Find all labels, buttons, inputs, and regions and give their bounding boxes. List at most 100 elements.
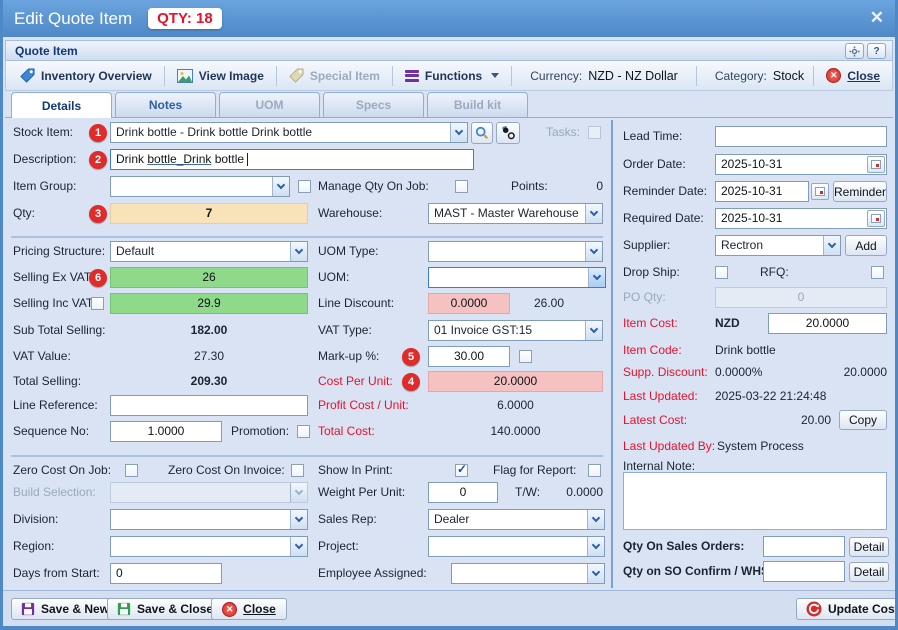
lead-time-input[interactable] (715, 126, 887, 147)
rfq-checkbox[interactable] (871, 266, 884, 279)
reminder-button[interactable]: Reminder (833, 181, 887, 202)
uom-combo[interactable] (428, 267, 606, 288)
chevron-down-icon[interactable] (587, 564, 604, 583)
qty-input[interactable]: 7 (110, 203, 308, 224)
sales-rep-combo[interactable]: Dealer (428, 509, 605, 530)
manage-qty-on-job-checkbox[interactable] (455, 180, 468, 193)
sub-total-selling-value: 182.00 (190, 323, 228, 337)
line-reference-input[interactable] (110, 395, 308, 416)
chevron-down-icon[interactable] (290, 242, 307, 261)
supp-discount-amount: 20.0000 (843, 365, 887, 379)
chevron-down-icon[interactable] (587, 537, 604, 556)
add-supplier-button[interactable]: Add (845, 235, 887, 256)
chevron-down-icon[interactable] (587, 510, 604, 529)
footer-close-button[interactable]: ✕ Close (211, 598, 287, 620)
qty-sales-orders-label: Qty On Sales Orders: (623, 539, 745, 553)
project-combo[interactable] (428, 536, 605, 557)
selling-inc-vat-input[interactable]: 29.9 (110, 293, 308, 314)
zero-cost-on-invoice-checkbox[interactable] (291, 464, 304, 477)
supplier-combo[interactable]: Rectron (715, 235, 841, 256)
close-circle-icon: ✕ (826, 68, 842, 83)
calendar-icon[interactable] (867, 210, 885, 227)
chevron-down-icon[interactable] (823, 236, 840, 255)
calendar-icon[interactable] (811, 183, 829, 200)
sequence-no-input[interactable]: 1.0000 (110, 421, 222, 442)
save-and-close-button[interactable]: Save & Close (107, 598, 224, 620)
internal-note-textarea[interactable] (623, 472, 887, 530)
copy-button[interactable]: Copy (839, 410, 887, 430)
zero-cost-on-job-checkbox[interactable] (125, 464, 138, 477)
required-date-input[interactable]: 2025-10-31 (715, 208, 887, 229)
qty-so-confirm-detail-button[interactable]: Detail (849, 562, 889, 582)
employee-assigned-combo[interactable] (451, 563, 605, 584)
warehouse-combo[interactable]: MAST - Master Warehouse (428, 203, 603, 224)
division-combo[interactable] (110, 509, 308, 530)
stock-search-button[interactable] (471, 122, 493, 144)
functions-button[interactable]: Functions (397, 64, 507, 88)
selling-inc-vat-checkbox[interactable] (91, 297, 104, 310)
weight-per-unit-input[interactable]: 0 (428, 482, 498, 503)
markup-input[interactable]: 30.00 (428, 346, 510, 367)
gear-icon[interactable] (845, 43, 864, 59)
panel-title: Quote Item (15, 43, 78, 58)
item-cost-input[interactable]: 20.0000 (768, 313, 887, 334)
view-image-button[interactable]: View Image (169, 64, 272, 88)
tab-details[interactable]: Details (11, 92, 112, 118)
stock-item-label: Stock Item: (13, 125, 74, 139)
promotion-checkbox[interactable] (297, 425, 310, 438)
drop-ship-checkbox[interactable] (715, 266, 728, 279)
show-in-print-checkbox[interactable] (455, 462, 468, 477)
qty-sales-orders-input[interactable] (763, 536, 845, 557)
chevron-down-icon[interactable] (290, 510, 307, 529)
stock-item-combo[interactable]: Drink bottle - Drink bottle Drink bottle (110, 122, 468, 143)
help-icon[interactable]: ? (867, 43, 886, 59)
uom-type-combo[interactable] (428, 241, 603, 262)
chevron-down-icon[interactable] (585, 321, 602, 340)
tab-notes[interactable]: Notes (115, 92, 216, 117)
linked-items-button[interactable] (496, 122, 520, 144)
flag-for-report-checkbox[interactable] (588, 464, 601, 477)
uom-type-label: UOM Type: (318, 244, 379, 258)
chevron-down-icon[interactable] (450, 123, 467, 142)
supplier-label: Supplier: (623, 238, 671, 252)
qty-badge: QTY: 18 (148, 8, 222, 29)
latest-cost-value: 20.00 (800, 413, 831, 427)
sub-total-selling-label: Sub Total Selling: (13, 323, 106, 337)
cost-per-unit-input[interactable]: 20.0000 (428, 371, 603, 392)
description-input[interactable]: Drink bottle_Drink bottle (110, 149, 474, 170)
toolbar-close-button[interactable]: ✕ Close (818, 64, 888, 88)
weight-per-unit-label: Weight Per Unit: (318, 485, 406, 499)
zero-cost-on-job-label: Zero Cost On Job: (13, 463, 112, 477)
qty-sales-orders-detail-button[interactable]: Detail (849, 537, 889, 557)
window-close-icon[interactable]: ✕ (870, 8, 884, 28)
item-group-checkbox[interactable] (298, 180, 311, 193)
chevron-down-icon[interactable] (588, 268, 605, 287)
markup-checkbox[interactable] (519, 350, 532, 363)
qty-so-confirm-label: Qty on SO Confirm / WHS: (623, 564, 773, 578)
chevron-down-icon[interactable] (585, 242, 602, 261)
order-date-input[interactable]: 2025-10-31 (715, 154, 887, 175)
qty-so-confirm-input[interactable] (763, 561, 845, 582)
chevron-down-icon[interactable] (272, 177, 289, 196)
supp-discount-label: Supp. Discount: (623, 365, 708, 379)
days-from-start-input[interactable]: 0 (110, 563, 222, 584)
line-discount-input[interactable]: 0.0000 (428, 293, 510, 314)
selling-ex-vat-input[interactable]: 26 (110, 267, 308, 288)
last-updated-label: Last Updated: (623, 389, 698, 403)
step-badge-4: 4 (402, 373, 420, 391)
vat-type-combo[interactable]: 01 Invoice GST:15 (428, 320, 603, 341)
pricing-structure-combo[interactable]: Default (110, 241, 308, 262)
reminder-date-input[interactable]: 2025-10-31 (715, 181, 809, 202)
window-title: Edit Quote Item (14, 8, 133, 28)
chevron-down-icon[interactable] (290, 537, 307, 556)
inventory-overview-button[interactable]: Inventory Overview (12, 64, 160, 88)
uom-label: UOM: (318, 270, 350, 284)
region-combo[interactable] (110, 536, 308, 557)
save-and-new-button[interactable]: Save & New (11, 598, 120, 620)
update-cost-button[interactable]: Update Cost (796, 598, 895, 620)
item-group-combo[interactable] (110, 176, 290, 197)
vat-value-label: VAT Value: (13, 349, 71, 363)
item-group-label: Item Group: (13, 179, 77, 193)
calendar-icon[interactable] (867, 156, 885, 173)
chevron-down-icon[interactable] (585, 204, 602, 223)
